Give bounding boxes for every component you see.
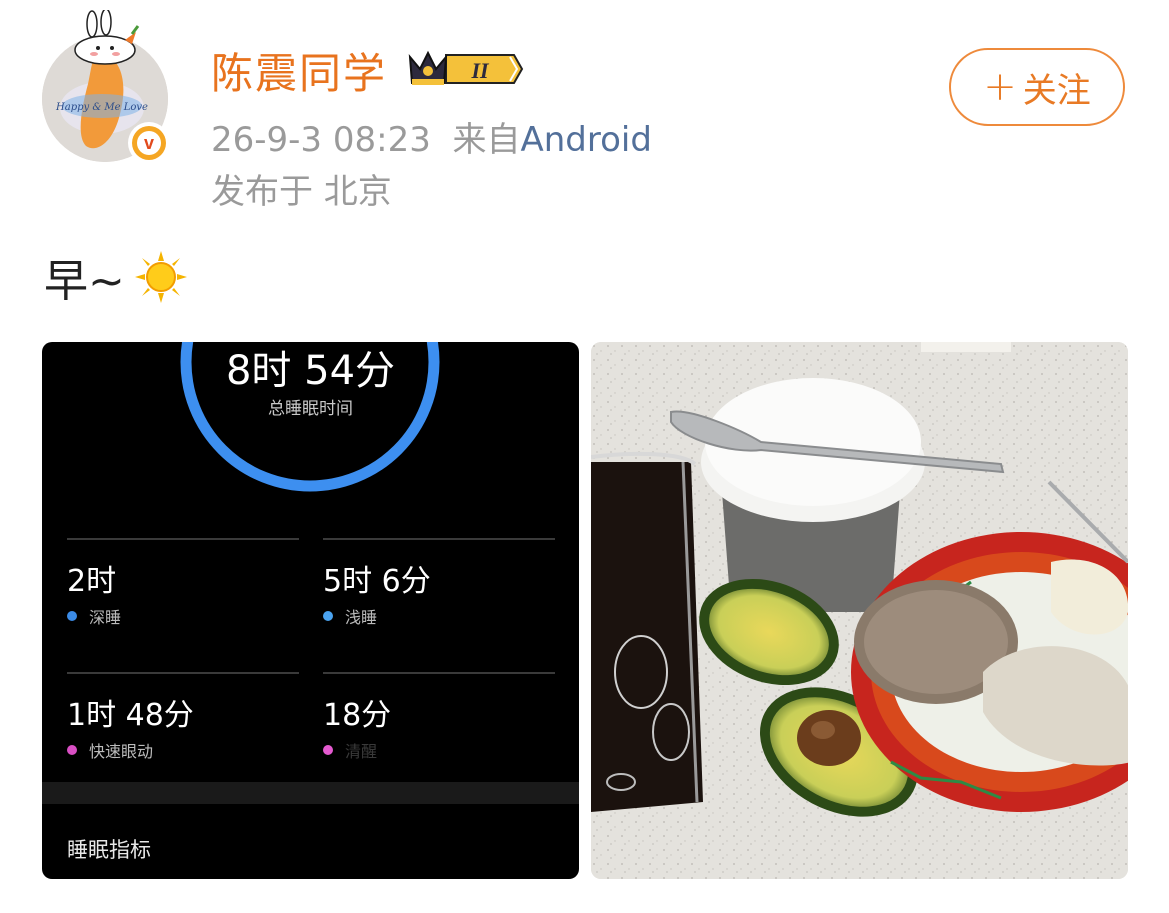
divider [323, 538, 555, 540]
rem-sleep-value: 1时 48分 [67, 698, 194, 733]
sun-emoji-icon [134, 251, 187, 303]
post-text: 早~ [44, 245, 189, 309]
post-source[interactable]: Android [520, 120, 651, 160]
awake-value: 18分 [323, 698, 392, 733]
bunny-decoration [74, 10, 140, 65]
legend-dot-icon [67, 611, 77, 621]
post-location: 发布于 北京 [211, 172, 392, 212]
light-sleep-value: 5时 6分 [323, 564, 431, 599]
total-sleep-value: 8时 54分 [225, 348, 396, 394]
deep-sleep-value: 2时 [67, 564, 117, 599]
plus-icon: + [983, 64, 1017, 110]
legend-dot-icon [323, 745, 333, 755]
light-sleep-label: 浅睡 [323, 604, 377, 628]
section-separator [42, 782, 579, 804]
breakfast-photo-image[interactable] [591, 342, 1128, 879]
deep-sleep-label: 深睡 [67, 604, 121, 628]
awake-label: 清醒 [323, 738, 377, 762]
sleep-screenshot-image[interactable]: 8时 54分 总睡眠时间 2时 深睡 5时 6分 浅睡 1时 48分 快速眼动 … [42, 342, 579, 879]
post-meta: 26-9-3 08:23 来自Android [211, 112, 652, 161]
post-text-content: 早~ [44, 256, 125, 307]
user-name[interactable]: 陈震同学 [211, 40, 387, 101]
svg-text:II: II [470, 58, 490, 83]
vip-crown-badge-icon[interactable]: II [406, 47, 524, 91]
divider [67, 672, 299, 674]
follow-button[interactable]: + 关注 [949, 48, 1125, 126]
legend-dot-icon [323, 611, 333, 621]
post-time: 26-9-3 08:23 [211, 120, 431, 160]
divider [323, 672, 555, 674]
rem-sleep-label: 快速眼动 [67, 738, 153, 762]
verified-badge-icon: v [128, 122, 170, 164]
legend-dot-icon [67, 745, 77, 755]
total-sleep-label: 总睡眠时间 [268, 399, 353, 419]
divider [67, 538, 299, 540]
svg-text:Happy & Me Love: Happy & Me Love [55, 102, 148, 113]
sleep-metrics-heading: 睡眠指标 [67, 838, 151, 862]
source-prefix: 来自 [452, 120, 521, 160]
follow-label: 关注 [1022, 70, 1091, 111]
